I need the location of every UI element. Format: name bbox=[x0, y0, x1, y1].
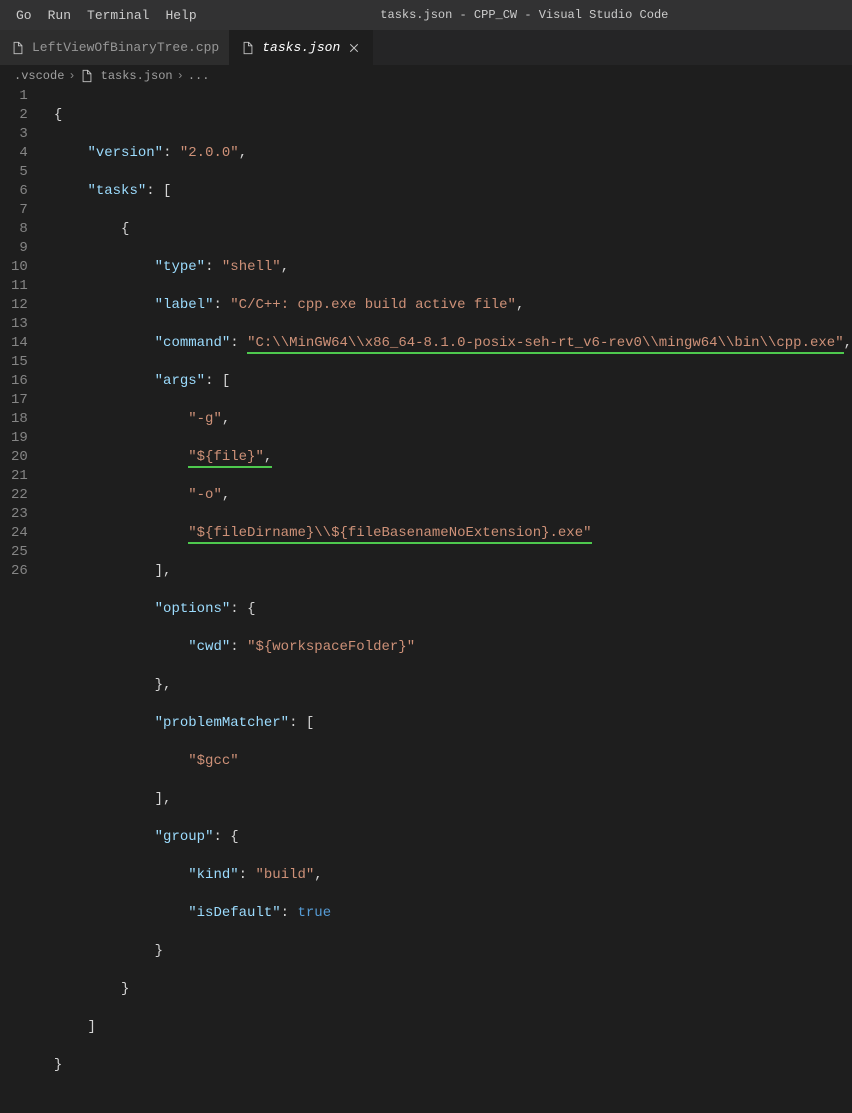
breadcrumb-more[interactable]: ... bbox=[188, 69, 210, 83]
menu-run[interactable]: Run bbox=[40, 0, 79, 30]
line-number: 7 bbox=[0, 201, 28, 220]
code-token: "shell" bbox=[222, 259, 281, 275]
line-number: 24 bbox=[0, 524, 28, 543]
code-token: "-g" bbox=[188, 411, 222, 427]
menu-go[interactable]: Go bbox=[8, 0, 40, 30]
line-number: 25 bbox=[0, 543, 28, 562]
tab-label: tasks.json bbox=[262, 40, 340, 55]
code-token: } bbox=[155, 943, 163, 959]
code-token: "${file}" bbox=[188, 449, 264, 468]
line-number: 21 bbox=[0, 467, 28, 486]
code-token: "group" bbox=[155, 829, 214, 845]
line-number: 9 bbox=[0, 239, 28, 258]
code-token: true bbox=[297, 905, 331, 921]
line-number: 17 bbox=[0, 391, 28, 410]
tabbar: LeftViewOfBinaryTree.cpp tasks.json bbox=[0, 30, 852, 65]
chevron-right-icon: › bbox=[177, 69, 184, 83]
code-token: "${fileDirname}\\${fileBasenameNoExtensi… bbox=[188, 525, 591, 544]
line-number: 11 bbox=[0, 277, 28, 296]
code-token: }, bbox=[155, 677, 172, 693]
code-token: "$gcc" bbox=[188, 753, 238, 769]
breadcrumb-folder[interactable]: .vscode bbox=[14, 69, 64, 83]
code-token: ], bbox=[155, 791, 172, 807]
code-token: "-o" bbox=[188, 487, 222, 503]
code-token: "kind" bbox=[188, 867, 238, 883]
code-content[interactable]: { "version": "2.0.0", "tasks": [ { "type… bbox=[46, 87, 852, 611]
line-number: 1 bbox=[0, 87, 28, 106]
code-token: "tasks" bbox=[87, 183, 146, 199]
menu-help[interactable]: Help bbox=[157, 0, 204, 30]
tab-leftviewofbinarytree[interactable]: LeftViewOfBinaryTree.cpp bbox=[0, 30, 230, 65]
code-token: "args" bbox=[155, 373, 205, 389]
code-token: "options" bbox=[155, 601, 231, 617]
code-token: ], bbox=[155, 563, 172, 579]
line-number: 10 bbox=[0, 258, 28, 277]
code-token: "problemMatcher" bbox=[155, 715, 289, 731]
editor[interactable]: 1 2 3 4 5 6 7 8 9 10 11 12 13 14 15 16 1… bbox=[0, 87, 852, 611]
breadcrumb-file[interactable]: tasks.json bbox=[80, 69, 173, 83]
code-token: "isDefault" bbox=[188, 905, 280, 921]
code-token: "command" bbox=[155, 335, 231, 351]
file-icon bbox=[10, 40, 26, 56]
line-gutter: 1 2 3 4 5 6 7 8 9 10 11 12 13 14 15 16 1… bbox=[0, 87, 46, 611]
code-token: { bbox=[121, 221, 129, 237]
code-token: ] bbox=[87, 1019, 95, 1035]
tab-tasks-json[interactable]: tasks.json bbox=[230, 30, 373, 65]
code-token: "C/C++: cpp.exe build active file" bbox=[230, 297, 516, 313]
line-number: 23 bbox=[0, 505, 28, 524]
line-number: 19 bbox=[0, 429, 28, 448]
line-number: 14 bbox=[0, 334, 28, 353]
breadcrumb[interactable]: .vscode › tasks.json › ... bbox=[0, 65, 852, 87]
line-number: 2 bbox=[0, 106, 28, 125]
code-token: "label" bbox=[155, 297, 214, 313]
code-token: "${workspaceFolder}" bbox=[247, 639, 415, 655]
line-number: 18 bbox=[0, 410, 28, 429]
code-token: } bbox=[54, 1057, 62, 1073]
code-token: "type" bbox=[155, 259, 205, 275]
window-title: tasks.json - CPP_CW - Visual Studio Code bbox=[205, 8, 844, 22]
tab-label: LeftViewOfBinaryTree.cpp bbox=[32, 40, 219, 55]
line-number: 6 bbox=[0, 182, 28, 201]
line-number: 13 bbox=[0, 315, 28, 334]
code-token: { bbox=[54, 107, 62, 123]
line-number: 3 bbox=[0, 125, 28, 144]
line-number: 22 bbox=[0, 486, 28, 505]
line-number: 16 bbox=[0, 372, 28, 391]
line-number: 15 bbox=[0, 353, 28, 372]
code-token: "C:\\MinGW64\\x86_64-8.1.0-posix-seh-rt_… bbox=[247, 335, 844, 354]
line-number: 12 bbox=[0, 296, 28, 315]
line-number: 8 bbox=[0, 220, 28, 239]
menu-terminal[interactable]: Terminal bbox=[79, 0, 157, 30]
code-token: "build" bbox=[255, 867, 314, 883]
chevron-right-icon: › bbox=[68, 69, 75, 83]
code-token: } bbox=[121, 981, 129, 997]
line-number: 5 bbox=[0, 163, 28, 182]
code-token: "2.0.0" bbox=[180, 145, 239, 161]
close-icon[interactable] bbox=[346, 40, 362, 56]
code-token: "version" bbox=[87, 145, 163, 161]
line-number: 20 bbox=[0, 448, 28, 467]
code-token: "cwd" bbox=[188, 639, 230, 655]
file-icon bbox=[240, 40, 256, 56]
menubar: Go Run Terminal Help tasks.json - CPP_CW… bbox=[0, 0, 852, 30]
line-number: 26 bbox=[0, 562, 28, 581]
line-number: 4 bbox=[0, 144, 28, 163]
breadcrumb-file-label: tasks.json bbox=[101, 69, 173, 83]
